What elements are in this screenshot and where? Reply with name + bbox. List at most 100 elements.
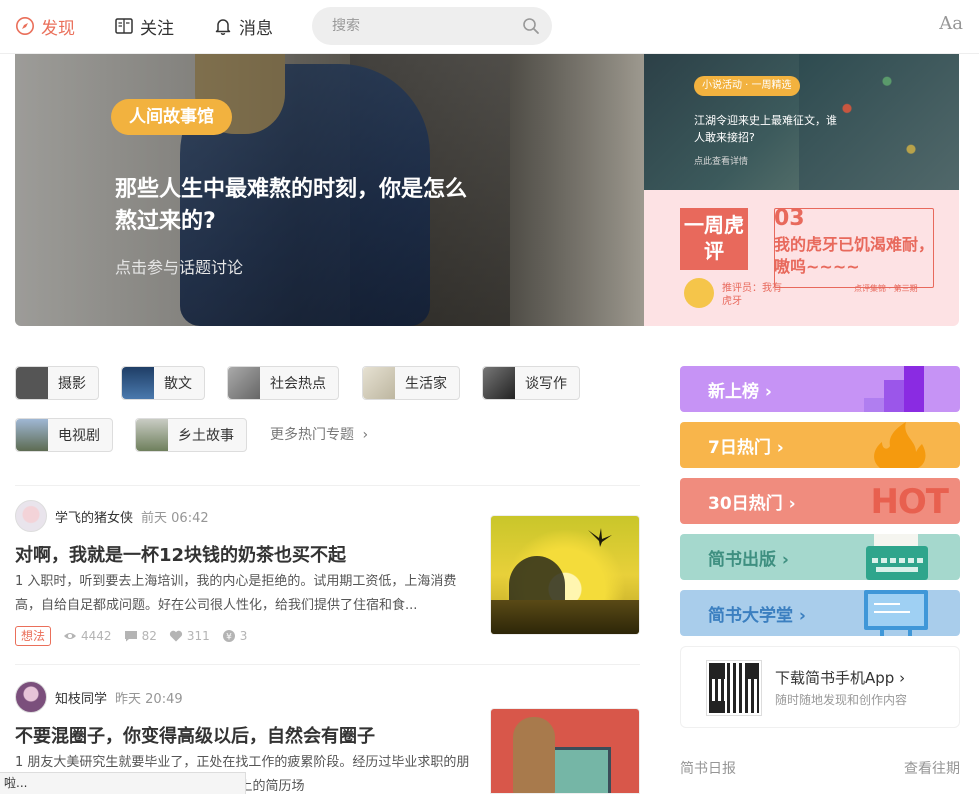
comment-icon (124, 631, 137, 642)
banner-side-event[interactable]: 小说活动 · 一周精选 江湖令迎来史上最难征文，谁人敢来接招? 点此查看详情 (644, 54, 959, 190)
author-name[interactable]: 知枝同学 (55, 688, 107, 707)
nav-follow-label: 关注 (140, 18, 174, 39)
likes-value: 311 (186, 629, 210, 643)
topic-label: 生活家 (405, 376, 447, 392)
topic-social-hot[interactable]: 社会热点 (227, 366, 339, 400)
topic-label: 电视剧 (58, 428, 100, 444)
topic-thumb (228, 367, 260, 399)
more-topics-link[interactable]: 更多热门专题 › (270, 424, 368, 444)
review-logo: 一周虎评 (680, 208, 748, 270)
board-publishing[interactable]: 简书出版 › (680, 534, 960, 580)
topic-photography[interactable]: 摄影 (15, 366, 99, 400)
article-meta: 想法 4442 82 311 ¥ 3 (15, 626, 259, 646)
status-bar-hint: 啦... (0, 772, 246, 794)
banner-main[interactable]: 人间故事馆 那些人生中最难熬的时刻，你是怎么熬过来的? 点击参与话题讨论 (15, 54, 644, 326)
topic-thumb (16, 419, 48, 451)
blackboard-icon (864, 590, 928, 636)
board-7day-hot[interactable]: 7日热门 › (680, 422, 960, 468)
typewriter-icon (866, 534, 928, 580)
flame-icon (874, 422, 926, 468)
topic-label: 散文 (164, 376, 192, 392)
bell-icon (213, 16, 233, 36)
download-app-title: 下载简书手机App › (775, 669, 906, 687)
nav-follow[interactable]: 关注 (114, 12, 174, 40)
font-toggle-button[interactable]: Aa (939, 13, 963, 34)
tiger-face-icon (684, 278, 714, 308)
search-icon[interactable] (522, 17, 540, 35)
eagle-icon (588, 528, 612, 547)
svg-text:¥: ¥ (226, 633, 232, 643)
qr-code-icon (706, 660, 762, 716)
topic-thumb (483, 367, 515, 399)
topic-thumb (122, 367, 154, 399)
board-university[interactable]: 简书大学堂 › (680, 590, 960, 636)
article-thumbnail[interactable] (490, 515, 640, 635)
rewards-value: 3 (239, 629, 248, 643)
banner-subtitle: 点击参与话题讨论 (115, 258, 244, 277)
bar-chart-icon (864, 366, 924, 412)
topic-tv-drama[interactable]: 电视剧 (15, 418, 113, 452)
chevron-right-icon: › (362, 427, 369, 443)
horse-graphic (513, 717, 555, 793)
download-app-card[interactable]: 下载简书手机App › 随时随地发现和创作内容 (680, 646, 960, 728)
board-label: 简书出版 › (708, 550, 789, 570)
comments-value: 82 (141, 629, 157, 643)
views-count: 4442 (63, 629, 112, 643)
article-abstract: 1 入职时，听到要去上海培训，我的内心是拒绝的。试用期工资低，上海消费高，自给自… (15, 574, 457, 613)
banner-side-review[interactable]: 一周虎评 03 我的虎牙已饥渴难耐，嗷呜~~~~ 点评集锦 · 第三期 推评员：… (644, 190, 959, 326)
avatar[interactable] (15, 500, 47, 532)
topic-prose[interactable]: 散文 (121, 366, 205, 400)
download-app-subtitle: 随时随地发现和创作内容 (775, 693, 908, 707)
board-30day-hot[interactable]: 30日热门 › HOT (680, 478, 960, 524)
review-reviewer: 推评员：我有虎牙 (722, 283, 782, 307)
nav-discover-label: 发现 (41, 18, 75, 39)
side-event-title: 江湖令迎来史上最难征文，谁人敢来接招? (694, 114, 837, 144)
side-event-subtitle: 点此查看详情 (694, 157, 749, 167)
topic-lifestyle[interactable]: 生活家 (362, 366, 460, 400)
author-name[interactable]: 学飞的猪女侠 (55, 507, 133, 526)
avatar[interactable] (15, 681, 47, 713)
topic-label: 乡土故事 (178, 428, 234, 444)
daily-heading: 简书日报 (680, 761, 736, 777)
compass-icon (15, 16, 35, 36)
review-title: 我的虎牙已饥渴难耐，嗷呜~~~~ (774, 235, 935, 276)
publish-time: 昨天 20:49 (115, 691, 183, 707)
article-title[interactable]: 对啊，我就是一杯12块钱的奶茶也买不起 (15, 541, 346, 567)
top-nav: 发现 关注 消息 Aa (0, 0, 979, 54)
comments-count[interactable]: 82 (124, 629, 157, 643)
topic-label: 谈写作 (525, 376, 567, 392)
heart-icon (169, 630, 182, 642)
view-past-link[interactable]: 查看往期 (904, 758, 960, 778)
hot-text: HOT (870, 482, 949, 522)
collection-badge[interactable]: 想法 (15, 626, 52, 646)
topic-label: 社会热点 (270, 376, 326, 392)
eye-icon (64, 633, 77, 639)
side-event-tag: 小说活动 · 一周精选 (694, 76, 800, 96)
ground-graphic (491, 600, 639, 634)
list-divider (15, 664, 640, 665)
topic-label: 摄影 (58, 376, 86, 392)
topic-thumb (136, 419, 168, 451)
search-input[interactable] (332, 7, 512, 45)
topic-writing[interactable]: 谈写作 (482, 366, 580, 400)
topic-thumb (363, 367, 395, 399)
topic-rural-stories[interactable]: 乡土故事 (135, 418, 247, 452)
board-new-listing[interactable]: 新上榜 › (680, 366, 960, 412)
article-author-row: 学飞的猪女侠 前天 06:42 (15, 500, 209, 532)
chevron-right-icon: › (899, 669, 906, 687)
nav-messages[interactable]: 消息 (213, 12, 273, 40)
article-title[interactable]: 不要混圈子，你变得高级以后，自然会有圈子 (15, 722, 375, 748)
book-icon (114, 16, 134, 36)
banner-tag: 人间故事馆 (111, 99, 232, 135)
article-thumbnail[interactable] (490, 708, 640, 794)
board-label: 7日热门 › (708, 438, 784, 458)
board-label: 新上榜 › (708, 382, 772, 402)
more-topics-label: 更多热门专题 (270, 427, 354, 443)
views-value: 4442 (81, 629, 112, 643)
likes-count: 311 (169, 629, 210, 643)
board-label: 30日热门 › (708, 494, 796, 514)
board-label: 简书大学堂 › (708, 606, 806, 626)
banner-title: 那些人生中最难熬的时刻，你是怎么熬过来的? (115, 177, 468, 234)
nav-discover[interactable]: 发现 (15, 12, 75, 40)
topic-thumb (16, 367, 48, 399)
